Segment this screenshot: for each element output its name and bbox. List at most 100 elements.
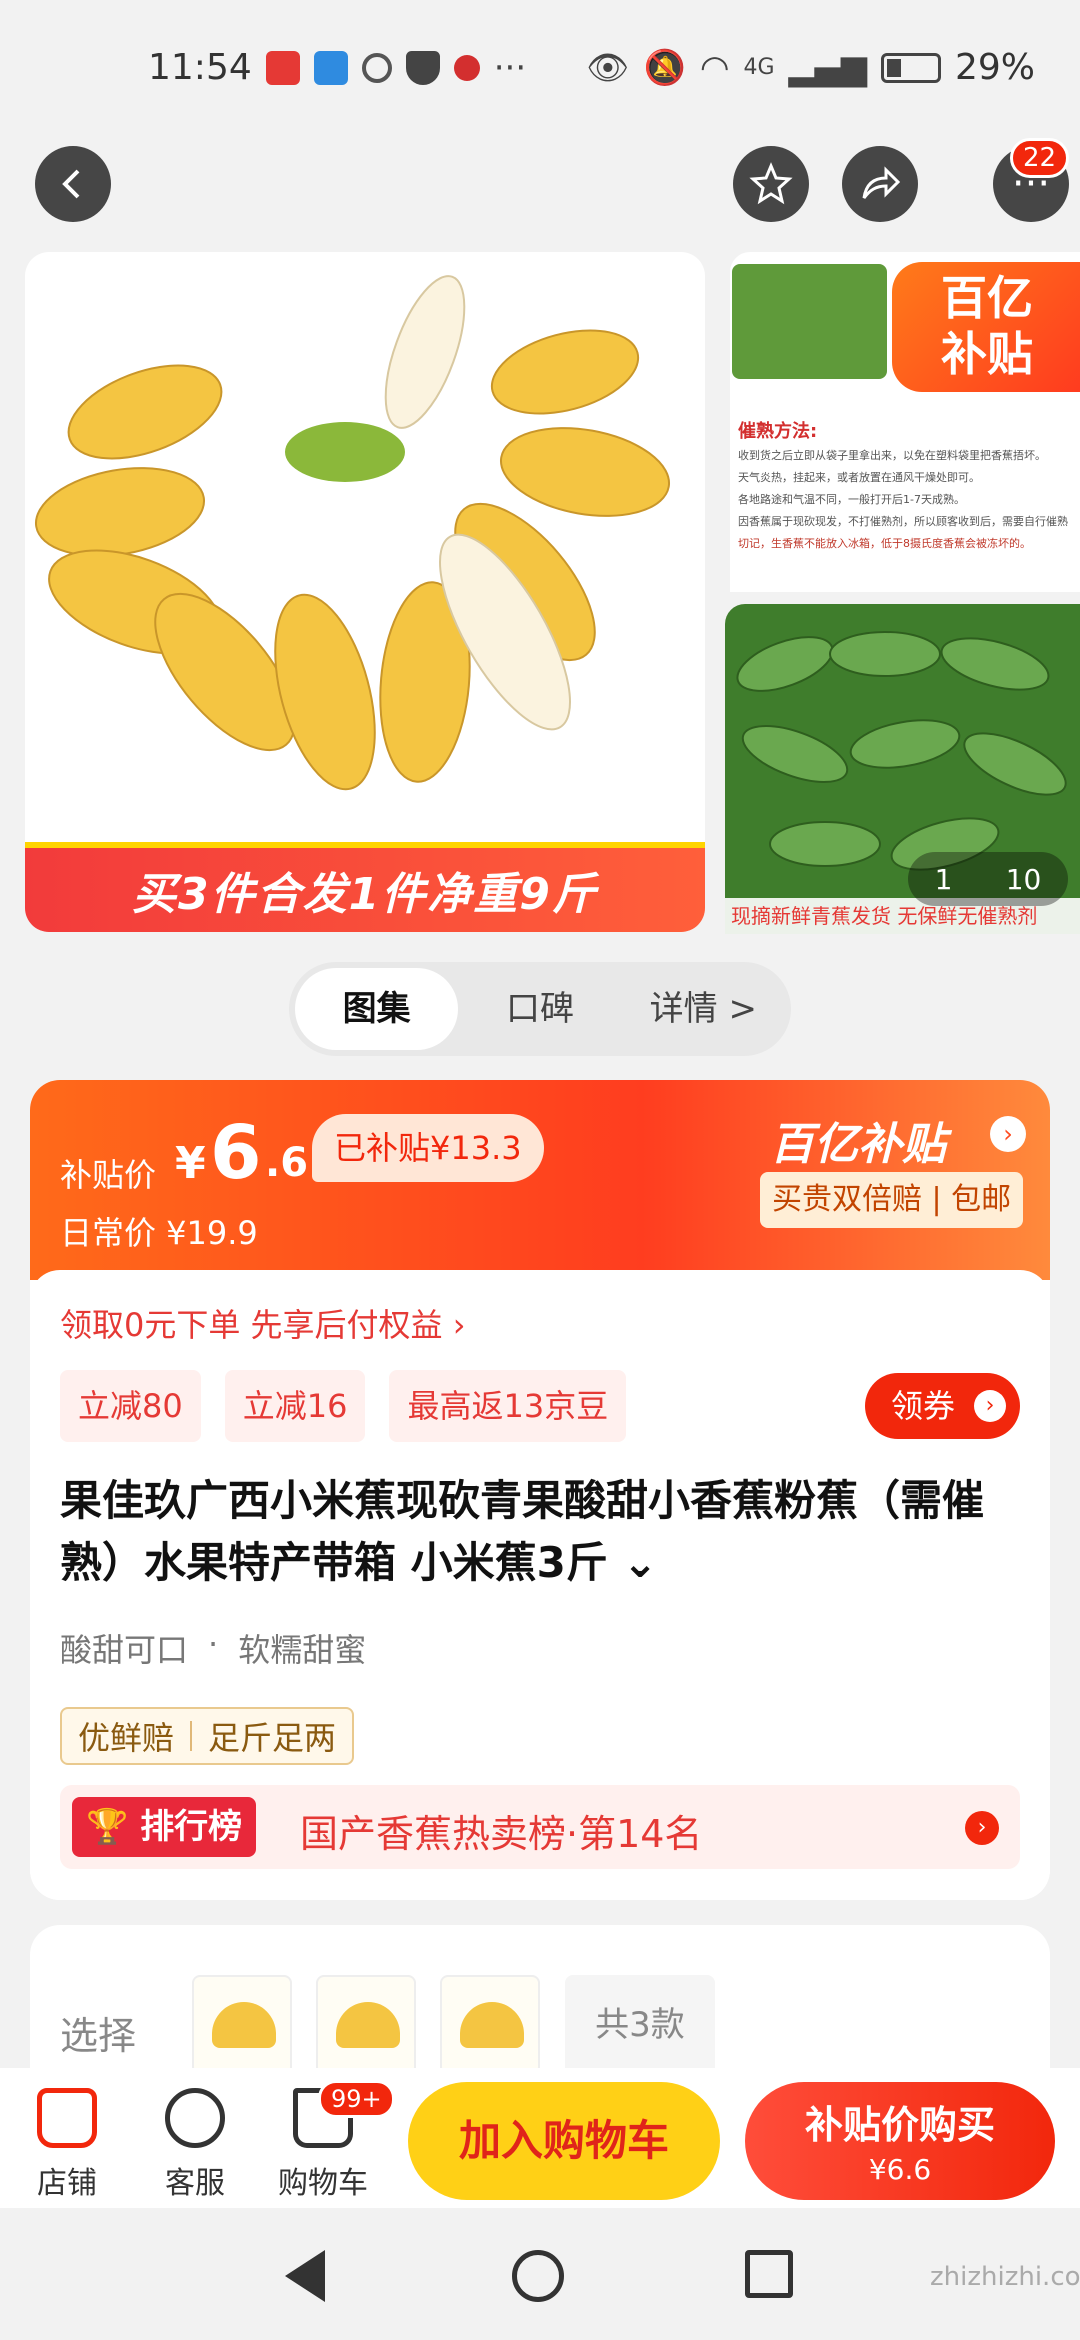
get-coupon-label: 领券: [891, 1387, 956, 1425]
product-gallery[interactable]: 买3件合发1件净重9斤 百亿 补贴 催熟方法: 收到货之后立即从袋子里拿出来，以…: [0, 252, 1080, 937]
ranking-label: 排行榜: [140, 1807, 243, 1847]
ranking-bar[interactable]: 🏆 排行榜 国产香蕉热卖榜·第14名 ›: [60, 1785, 1020, 1869]
sticker-line2: 补贴: [941, 327, 1033, 381]
coupon-list: 立减80 立减16 最高返13京豆: [60, 1370, 627, 1442]
ripen-line: 收到货之后立即从袋子里拿出来，以免在塑料袋里把香蕉捂坏。: [738, 449, 1046, 462]
price-header: 补贴价 ¥ 6 .6 已补贴¥13.3 日常价 ¥19.9 百亿补贴 › 买贵双…: [30, 1080, 1050, 1280]
variant-thumbnail[interactable]: [316, 1975, 416, 2075]
hotspot-icon: [361, 52, 392, 83]
get-coupon-button[interactable]: 领券 ›: [865, 1373, 1020, 1439]
store-label: 店铺: [37, 2166, 97, 2201]
battery-percent: 29%: [954, 47, 1035, 88]
weather-app-icon: [313, 50, 348, 85]
content-tabs: 图集 口碑 详情 >: [289, 962, 791, 1056]
ripen-title: 催熟方法:: [738, 421, 818, 442]
customer-service-button[interactable]: 客服: [140, 2088, 250, 2202]
bottom-action-bar: 店铺 客服 购物车 99+ 加入购物车 补贴价购买 ¥6.6: [0, 2068, 1080, 2208]
main-product-image[interactable]: 买3件合发1件净重9斤: [25, 252, 705, 932]
nav-home-icon[interactable]: [512, 2250, 564, 2302]
status-right: 👁 🔕 ◠ 4G ▂▄▆ 29%: [586, 47, 1035, 88]
subsidized-amount-badge: 已补贴¥13.3: [312, 1114, 544, 1182]
chat-icon: [165, 2088, 225, 2148]
page-current: 1: [934, 862, 953, 896]
book-app-icon: [265, 50, 300, 85]
gallery-page-indicator: 1 10: [908, 852, 1068, 906]
more-notifications-indicator: ···: [493, 47, 527, 88]
price-integer: 6: [210, 1110, 262, 1196]
chevron-right-icon[interactable]: ›: [990, 1116, 1026, 1152]
battery-icon: [880, 52, 941, 83]
cart-count-badge: 99+: [318, 2080, 395, 2118]
ripen-line: 因香蕉属于现砍现发，不打催熟剂，所以顾客收到后，需要自行催熟。: [738, 515, 1068, 528]
pay-later-promo[interactable]: 领取0元下单 先享后付权益 ›: [60, 1300, 466, 1346]
network-type: 4G: [743, 55, 775, 80]
favorite-button[interactable]: [733, 146, 809, 222]
banana-bunch-image: [34, 275, 671, 791]
shield-icon: [405, 50, 440, 85]
price-decimal: .6: [265, 1140, 309, 1186]
coupon-tag[interactable]: 最高返13京豆: [389, 1370, 627, 1442]
eye-icon: 👁: [586, 47, 630, 88]
price-card: 补贴价 ¥ 6 .6 已补贴¥13.3 日常价 ¥19.9 百亿补贴 › 买贵双…: [30, 1080, 1050, 1900]
tab-details[interactable]: 详情 >: [622, 968, 785, 1050]
product-info: 领取0元下单 先享后付权益 › 立减80 立减16 最高返13京豆 领券 › 果…: [30, 1270, 1050, 1900]
buy-button-price: ¥6.6: [868, 2153, 932, 2186]
product-title[interactable]: 果佳玖广西小米蕉现砍青果酸甜小香蕉粉蕉（需催熟）水果特产带箱 小米蕉3斤 ⌄: [60, 1470, 1020, 1594]
ranking-badge: 🏆 排行榜: [72, 1797, 257, 1857]
coupon-tag[interactable]: 立减80: [60, 1370, 201, 1442]
subsidy-sticker: 百亿 补贴: [892, 262, 1080, 392]
share-button[interactable]: [842, 146, 918, 222]
nav-back-icon[interactable]: [285, 2250, 325, 2302]
sticker-line1: 百亿: [941, 271, 1033, 325]
page-total: 10: [1005, 862, 1042, 896]
variant-count[interactable]: 共3款: [565, 1975, 715, 2075]
ripen-line: 天气炎热，挂起来，或者放置在通风干燥处即可。: [738, 471, 980, 484]
service-label: 客服: [165, 2166, 225, 2201]
product-traits: 酸甜可口 · 软糯甜蜜: [60, 1625, 366, 1671]
coupon-tag[interactable]: 立减16: [224, 1370, 366, 1442]
ripen-line: 各地路途和气温不同，一般打开后1-7天成熟。: [738, 493, 965, 506]
variant-thumbnail[interactable]: [440, 1975, 540, 2075]
back-button[interactable]: [35, 146, 111, 222]
cart-label: 购物车: [278, 2166, 368, 2201]
system-nav-bar: [0, 2208, 1080, 2340]
banana-thumb-icon: [212, 2002, 276, 2048]
signal-icon: ▂▄▆: [788, 47, 867, 88]
wifi-icon: ◠: [699, 47, 730, 88]
ripen-line: 切记，生香蕉不能放入冰箱，低于8摄氏度香蕉会被冻坏的。: [738, 537, 1031, 550]
add-to-cart-button[interactable]: 加入购物车: [408, 2082, 720, 2200]
buy-now-button[interactable]: 补贴价购买 ¥6.6: [745, 2082, 1055, 2200]
chevron-right-icon: ›: [965, 1811, 999, 1845]
buy-button-title: 补贴价购买: [804, 2103, 995, 2147]
status-bar: 11:54 ··· 👁 🔕 ◠ 4G ▂▄▆ 29%: [0, 0, 1080, 135]
trait: 软糯甜蜜: [238, 1631, 367, 1669]
ripen-instructions: 收到货之后立即从袋子里拿出来，以免在塑料袋里把香蕉捂坏。 天气炎热，挂起来，或者…: [738, 447, 1068, 557]
main-image-caption: 买3件合发1件净重9斤: [25, 842, 705, 932]
subsidy-price-label: 补贴价: [60, 1156, 157, 1194]
price-currency: ¥: [175, 1138, 206, 1189]
store-icon: [37, 2088, 97, 2148]
guarantee-fresh: 优鲜赔: [78, 1719, 175, 1757]
banana-thumb-icon: [460, 2002, 524, 2048]
nav-recents-icon[interactable]: [745, 2250, 793, 2298]
ranking-text: 国产香蕉热卖榜·第14名: [300, 1812, 703, 1856]
tab-gallery[interactable]: 图集: [295, 968, 459, 1050]
notification-badge: 22: [1010, 138, 1070, 178]
guarantee-badges[interactable]: 优鲜赔 足斤足两: [60, 1707, 355, 1765]
subsidy-brand-logo[interactable]: 百亿补贴: [770, 1108, 946, 1172]
tab-reviews[interactable]: 口碑: [458, 968, 621, 1050]
star-icon: [749, 162, 793, 205]
chevron-left-icon: [62, 169, 80, 199]
watermark: zhizhizhi.com: [930, 2262, 1080, 2292]
variant-thumbnail[interactable]: [192, 1975, 292, 2075]
select-label: 选择: [60, 2014, 137, 2058]
guarantee-tag: 买贵双倍赔 | 包邮: [760, 1172, 1024, 1228]
store-button[interactable]: 店铺: [12, 2088, 122, 2202]
share-icon: [862, 166, 901, 199]
status-left: 11:54 ···: [148, 47, 526, 88]
clock: 11:54: [148, 47, 252, 88]
mute-icon: 🔕: [643, 47, 686, 88]
trait: 酸甜可口: [60, 1631, 189, 1669]
ripen-info-image[interactable]: 百亿 补贴 催熟方法: 收到货之后立即从袋子里拿出来，以免在塑料袋里把香蕉捂坏。…: [730, 252, 1080, 592]
trait-separator: ·: [208, 1625, 219, 1663]
